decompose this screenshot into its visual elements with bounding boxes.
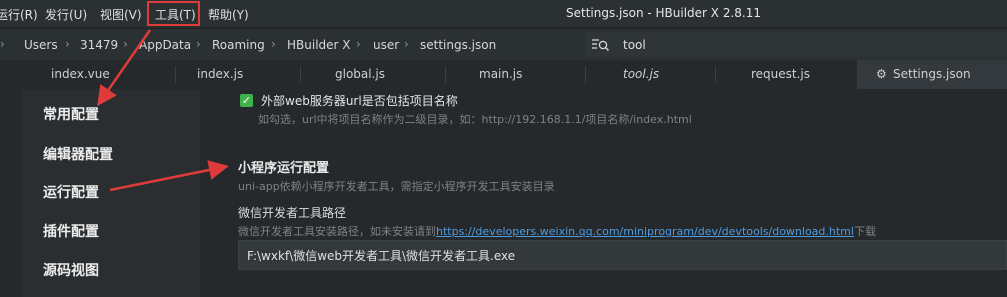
menu-view[interactable]: 视图(V) — [100, 6, 142, 23]
breadcrumb-item-settings[interactable]: settings.json — [420, 38, 496, 52]
wechat-path-description-prefix: 微信开发者工具安装路径，如未安装请到 — [238, 225, 436, 238]
tab-tool-js[interactable]: tool.js — [623, 60, 659, 89]
tab-request-js[interactable]: request.js — [751, 60, 810, 89]
breadcrumb-item-user[interactable]: user — [373, 38, 399, 52]
search-input[interactable]: tool — [623, 38, 646, 52]
menu-tools-highlight-box — [147, 1, 200, 26]
menu-run[interactable]: 运行(R) — [0, 6, 38, 23]
breadcrumb-item-users[interactable]: Users — [24, 38, 58, 52]
tab-divider — [175, 66, 176, 83]
tab-global-js[interactable]: global.js — [335, 60, 385, 89]
breadcrumb-separator-icon: › — [123, 37, 128, 51]
sidebar-item-plugins[interactable]: 插件配置 — [43, 221, 99, 241]
settings-content: ✓ 外部web服务器url是否包括项目名称 如勾选，url中将项目名称作为二级目… — [200, 89, 1007, 297]
sidebar-item-common[interactable]: 常用配置 — [43, 104, 99, 124]
breadcrumb-item-hbuilderx[interactable]: HBuilder X — [287, 38, 351, 52]
tab-divider — [300, 66, 301, 83]
breadcrumb-separator-icon: › — [271, 37, 276, 51]
breadcrumb: › Users › 31479 › AppData › Roaming › HB… — [0, 28, 1007, 61]
external-server-checkbox[interactable]: ✓ — [240, 94, 253, 107]
tab-divider — [445, 66, 446, 83]
breadcrumb-item-user-id[interactable]: 31479 — [80, 38, 118, 52]
tab-index-js[interactable]: index.js — [197, 60, 243, 89]
section-description: uni-app依赖小程序开发者工具，需指定小程序开发工具安装目录 — [238, 180, 555, 193]
breadcrumb-separator-icon: › — [404, 37, 409, 51]
section-title: 小程序运行配置 — [238, 161, 330, 176]
tab-index-vue[interactable]: index.vue — [51, 60, 110, 89]
breadcrumb-separator-icon: › — [65, 37, 70, 51]
tab-settings-json-label[interactable]: Settings.json — [893, 60, 971, 89]
search-list-icon[interactable] — [591, 37, 611, 53]
gear-icon: ⚙ — [876, 67, 887, 81]
tab-main-js[interactable]: main.js — [479, 60, 522, 89]
window-title: Settings.json - HBuilder X 2.8.11 — [566, 6, 762, 20]
sidebar-item-run[interactable]: 运行配置 — [43, 182, 99, 202]
external-server-label: 外部web服务器url是否包括项目名称 — [261, 94, 458, 108]
external-server-description: 如勾选，url中将项目名称作为二级目录，如：http://192.168.1.1… — [258, 113, 692, 126]
wechat-path-description: 微信开发者工具安装路径，如未安装请到https://developers.wei… — [238, 223, 876, 239]
breadcrumb-item-appdata[interactable]: AppData — [139, 38, 191, 52]
tab-divider — [585, 66, 586, 83]
sidebar-item-editor[interactable]: 编辑器配置 — [43, 144, 113, 164]
editor-tab-bar: index.vue index.js global.js main.js too… — [0, 60, 1007, 89]
download-link[interactable]: https://developers.weixin.qq.com/minipro… — [436, 225, 854, 238]
sidebar-gutter — [0, 89, 22, 297]
tab-divider — [715, 66, 716, 83]
wechat-path-description-suffix: 下载 — [853, 225, 876, 238]
menu-help[interactable]: 帮助(Y) — [208, 6, 249, 23]
settings-sidebar: 常用配置 编辑器配置 运行配置 插件配置 源码视图 — [0, 89, 200, 297]
breadcrumb-item-roaming[interactable]: Roaming — [212, 38, 265, 52]
breadcrumb-separator-icon: › — [356, 37, 361, 51]
search-field[interactable] — [585, 32, 1007, 57]
menu-publish[interactable]: 发行(U) — [45, 6, 87, 23]
menu-bar: 运行(R) 发行(U) 视图(V) 工具(T) 帮助(Y) Settings.j… — [0, 0, 1007, 27]
sidebar-item-source-view[interactable]: 源码视图 — [43, 260, 99, 280]
breadcrumb-separator-icon: › — [196, 37, 201, 51]
wechat-path-input[interactable] — [238, 240, 1007, 270]
breadcrumb-separator-icon: › — [0, 37, 5, 51]
wechat-path-label: 微信开发者工具路径 — [238, 206, 347, 220]
